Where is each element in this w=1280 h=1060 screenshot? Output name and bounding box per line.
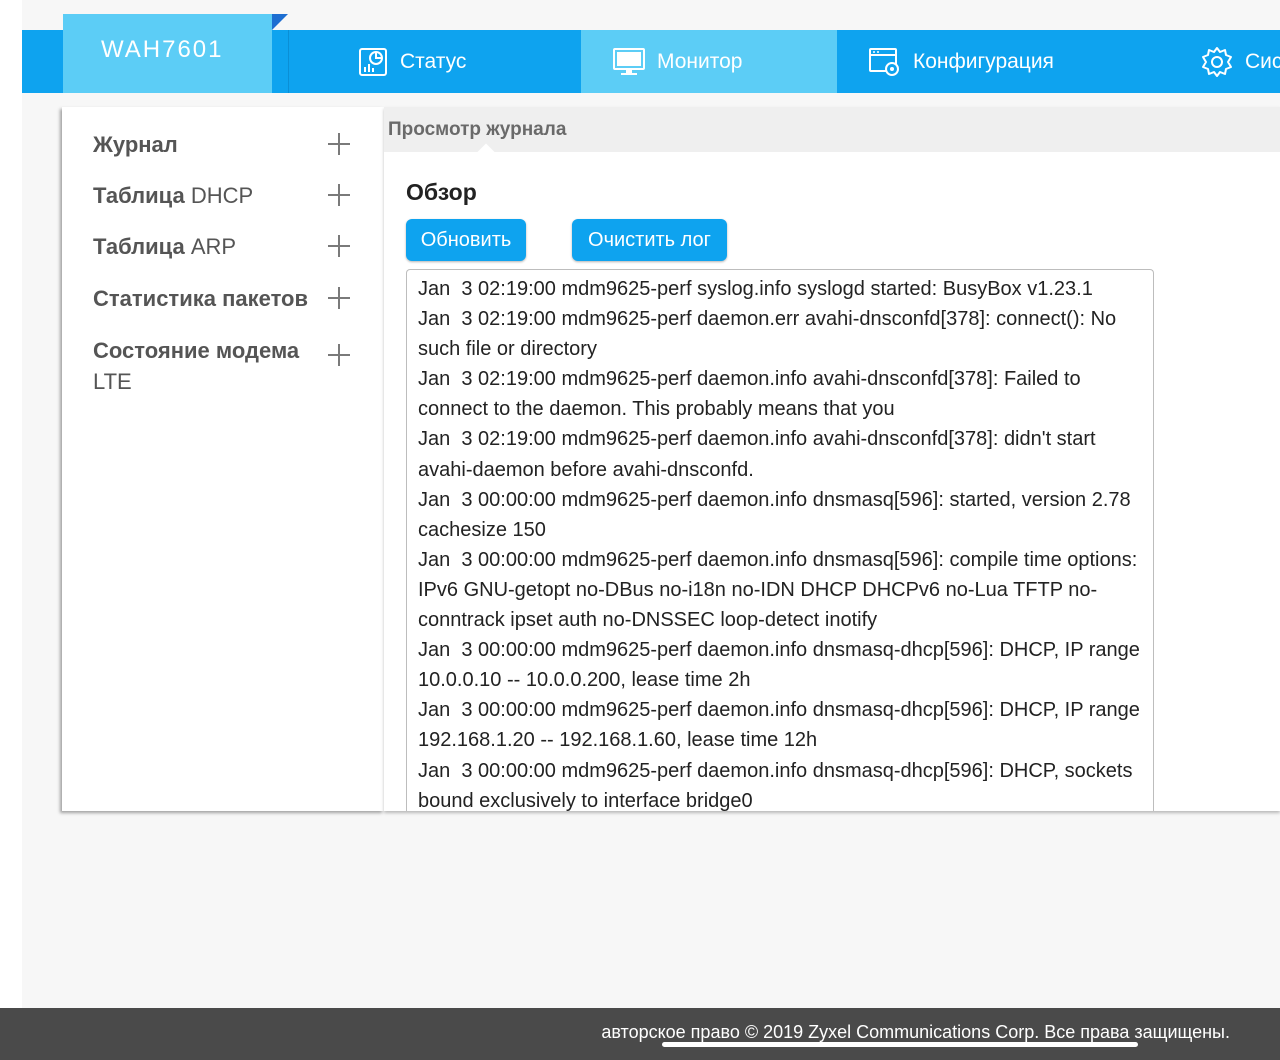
expand-log-plus-icon[interactable] [328,133,350,155]
sidebar-item-lte-modem[interactable]: Состояние модема LTE [93,335,318,397]
log-line: Jan 3 00:00:00 mdm9625-perf daemon.info … [418,759,1139,812]
status-chart-icon [359,47,387,76]
section-title: Обзор [406,179,477,205]
configuration-window-icon [869,47,899,76]
monitor-icon [613,47,645,75]
log-line: Jan 3 02:19:00 mdm9625-perf daemon.info … [418,368,1087,421]
refresh-button[interactable]: Обновить [406,219,526,261]
brand-logo: WAH7601 [63,14,272,93]
nav-tab-system-label: Сис [1245,49,1280,73]
log-line: Jan 3 00:00:00 mdm9625-perf daemon.info … [418,639,1146,692]
nav-tab-monitor-label: Монитор [657,49,743,73]
sidebar-item-packet-stats-label: Статистика пакетов [93,286,309,311]
copyright-text: авторское право © 2019 Zyxel Communicati… [601,1022,1230,1042]
log-textarea[interactable]: Jan 3 02:19:00 mdm9625-perf syslog.info … [406,269,1154,811]
sidebar-item-lte-modem-label: Состояние модема [93,338,300,363]
expand-lte-modem-plus-icon[interactable] [328,344,350,366]
expand-packet-stats-plus-icon[interactable] [328,287,350,309]
brand-corner-decoration [272,14,288,30]
sidebar-item-packet-stats[interactable]: Статистика пакетов [93,283,308,314]
nav-tab-system[interactable]: Сис [1167,30,1280,93]
sidebar [62,107,384,811]
expand-dhcp-plus-icon[interactable] [328,184,350,206]
log-line: Jan 3 00:00:00 mdm9625-perf daemon.info … [418,699,1146,752]
expand-arp-plus-icon[interactable] [328,235,350,257]
horizontal-scrollbar[interactable] [662,1042,1138,1047]
log-line: Jan 3 02:19:00 mdm9625-perf daemon.err a… [418,308,1122,361]
nav-tab-status[interactable]: Статус [289,30,581,93]
nav-tab-status-label: Статус [400,49,467,73]
log-line: Jan 3 02:19:00 mdm9625-perf syslog.info … [418,278,1093,300]
sidebar-item-dhcp-table[interactable]: Таблица DHCP [93,180,253,211]
sidebar-item-log-label: Журнал [93,132,178,157]
clear-log-button[interactable]: Очистить лог [572,219,727,261]
log-line: Jan 3 00:00:00 mdm9625-perf daemon.info … [418,548,1143,632]
sidebar-item-arp-label: Таблица [93,234,191,259]
log-line: Jan 3 02:19:00 mdm9625-perf daemon.info … [418,428,1102,481]
sidebar-item-log[interactable]: Журнал [93,129,178,160]
nav-tab-monitor[interactable]: Монитор [581,30,837,93]
sidebar-item-arp-table[interactable]: Таблица ARP [93,231,236,262]
sidebar-item-dhcp-label: Таблица [93,183,191,208]
gear-icon [1202,46,1232,77]
nav-tab-configuration[interactable]: Конфигурация [837,30,1167,93]
log-line: Jan 3 00:00:00 mdm9625-perf daemon.info … [418,488,1137,541]
tab-log-view[interactable]: Просмотр журнала [388,119,566,141]
nav-tab-configuration-label: Конфигурация [913,49,1054,73]
